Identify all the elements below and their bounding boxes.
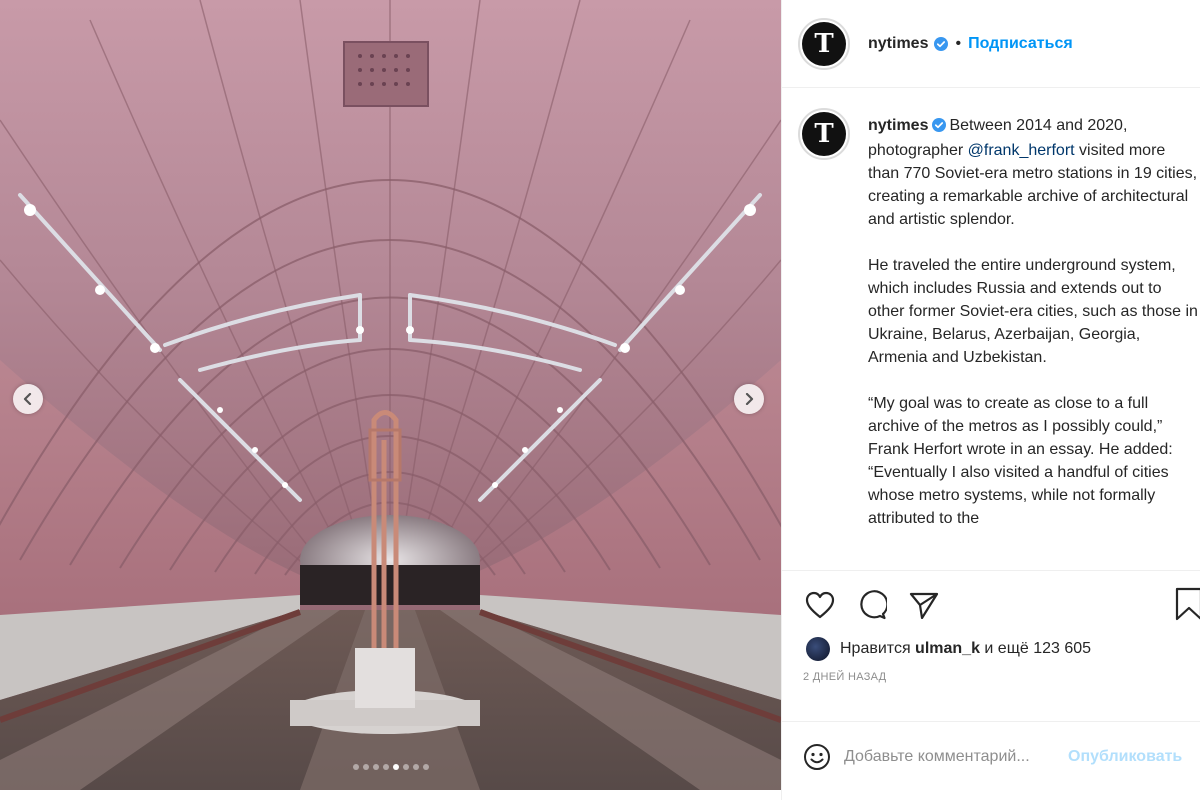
caption-paragraph-2: He traveled the entire underground syste… xyxy=(868,257,1198,366)
like-button[interactable] xyxy=(802,587,838,623)
liker-avatar[interactable] xyxy=(806,637,830,661)
save-button[interactable] xyxy=(1175,587,1200,626)
carousel-dot xyxy=(362,764,369,770)
comment-icon xyxy=(860,590,887,620)
carousel-prev-button[interactable] xyxy=(13,384,43,414)
likes-count[interactable]: и ещё 123 605 xyxy=(980,640,1091,657)
publish-button[interactable]: Опубликовать xyxy=(1068,748,1182,766)
liker-username[interactable]: ulman_k xyxy=(915,640,980,657)
caption-text: nytimes Between 2014 and 2020, photograph… xyxy=(868,114,1198,553)
smiley-icon xyxy=(804,743,830,770)
follow-button[interactable]: Подписаться xyxy=(968,35,1073,53)
post-actions: Нравится ulman_k и ещё 123 605 2 ДНЕЙ НА… xyxy=(782,570,1200,800)
comment-button[interactable] xyxy=(854,587,890,623)
carousel-dot xyxy=(382,764,389,770)
carousel-dot xyxy=(372,764,379,770)
verified-badge-icon xyxy=(934,36,949,51)
carousel-dot xyxy=(352,764,359,770)
avatar-logo: T xyxy=(814,119,834,149)
mention-link[interactable]: @frank_herfort xyxy=(968,142,1075,159)
post-username[interactable]: nytimes xyxy=(868,35,928,53)
carousel-dot xyxy=(392,764,399,770)
carousel-next-button[interactable] xyxy=(734,384,764,414)
comment-composer: Опубликовать xyxy=(782,721,1200,791)
post-header: T nytimes • Подписаться xyxy=(782,0,1200,88)
carousel-dot xyxy=(422,764,429,770)
bookmark-icon xyxy=(1175,587,1200,621)
post-timestamp[interactable]: 2 ДНЕЙ НАЗАД xyxy=(782,671,1200,683)
chevron-right-icon xyxy=(745,393,754,405)
caption-paragraph-3: “My goal was to create as close to a ful… xyxy=(868,395,1173,527)
post-photo[interactable] xyxy=(0,0,781,790)
post-sidebar: T nytimes • Подписаться T nytimes Between… xyxy=(781,0,1200,800)
chevron-left-icon xyxy=(23,393,32,405)
caption-avatar[interactable]: T xyxy=(798,108,850,160)
verified-badge-icon xyxy=(932,116,947,139)
paper-plane-icon xyxy=(909,592,939,619)
emoji-button[interactable] xyxy=(800,740,834,774)
metro-station-photo xyxy=(0,0,781,790)
avatar-logo: T xyxy=(814,28,834,59)
carousel-dot xyxy=(402,764,409,770)
separator-dot: • xyxy=(955,34,962,52)
likes-prefix: Нравится xyxy=(840,640,916,657)
likes-summary: Нравится ulman_k и ещё 123 605 xyxy=(782,629,1200,669)
caption-area: T nytimes Between 2014 and 2020, photogra… xyxy=(782,88,1200,568)
carousel-dot xyxy=(412,764,419,770)
avatar[interactable]: T xyxy=(798,17,850,70)
caption-username[interactable]: nytimes xyxy=(868,117,928,134)
heart-icon xyxy=(805,591,835,619)
carousel-dots xyxy=(0,764,781,770)
share-button[interactable] xyxy=(906,587,942,623)
comment-input[interactable] xyxy=(844,747,1064,766)
